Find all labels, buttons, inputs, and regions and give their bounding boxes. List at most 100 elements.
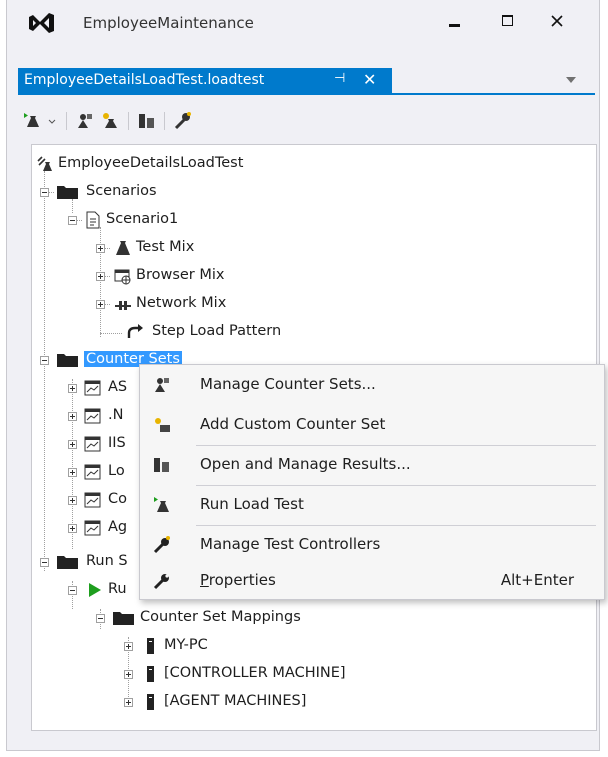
menu-label: Open and Manage Results... (200, 455, 411, 473)
tree-label: [CONTROLLER MACHINE] (164, 665, 346, 681)
tree-label: [AGENT MACHINES] (164, 693, 307, 709)
expand-icon[interactable] (124, 670, 133, 679)
test-controllers-icon[interactable] (172, 110, 194, 132)
chevron-down-icon[interactable] (46, 110, 58, 132)
menu-item-run-load-test[interactable]: Run Load Test (140, 489, 604, 519)
folder-icon (57, 354, 78, 367)
tree-label: .N (108, 407, 124, 423)
folder-icon (57, 556, 78, 569)
toolbar-separator (128, 112, 129, 130)
menu-item-manage-counter-sets[interactable]: Manage Counter Sets... (140, 369, 604, 399)
run-load-test-icon (154, 497, 169, 512)
counter-set-icon (84, 464, 101, 480)
expand-icon[interactable] (68, 440, 77, 449)
collapse-icon[interactable] (96, 614, 105, 623)
collapse-icon[interactable] (68, 586, 77, 595)
add-counter-set-icon (155, 418, 170, 432)
tree-label: Counter Set Mappings (140, 609, 301, 625)
server-icon (147, 694, 154, 710)
counter-set-icon (84, 492, 101, 508)
document-tab-row: EmployeeDetailsLoadTest.loadtest ⊣ ✕ (18, 68, 595, 95)
collapse-icon[interactable] (40, 356, 49, 365)
tab-underline (18, 93, 595, 95)
expand-icon[interactable] (96, 272, 105, 281)
menu-item-manage-test-controllers[interactable]: Manage Test Controllers (140, 529, 604, 559)
collapse-icon[interactable] (68, 216, 77, 225)
pin-icon[interactable]: ⊣ (334, 71, 345, 86)
collapse-icon[interactable] (40, 188, 49, 197)
browser-icon (114, 269, 131, 285)
counter-set-icon (84, 408, 101, 424)
tree-label: MY-PC (164, 637, 208, 653)
menu-separator (196, 445, 596, 446)
tab-label: EmployeeDetailsLoadTest.loadtest (24, 72, 265, 88)
tree-label: Browser Mix (136, 267, 225, 283)
menu-label: Add Custom Counter Set (200, 415, 386, 433)
expand-icon[interactable] (68, 412, 77, 421)
expand-icon[interactable] (68, 384, 77, 393)
expand-icon[interactable] (68, 468, 77, 477)
tree-label: AS (108, 379, 128, 395)
collapse-icon[interactable] (40, 558, 49, 567)
tree-label: Scenarios (86, 183, 157, 199)
open-results-icon[interactable] (136, 110, 158, 132)
expand-icon[interactable] (68, 496, 77, 505)
add-counter-set-icon[interactable] (100, 110, 122, 132)
results-icon (154, 458, 169, 472)
visual-studio-logo-icon (29, 13, 54, 33)
expand-icon[interactable] (68, 524, 77, 533)
tree-label: IIS (108, 435, 126, 451)
manage-counter-sets-icon[interactable] (74, 110, 96, 132)
close-icon (551, 15, 563, 27)
server-icon (147, 638, 154, 654)
folder-icon (57, 186, 78, 199)
tree-label: Network Mix (136, 295, 227, 311)
expand-icon[interactable] (96, 244, 105, 253)
tree-root-label: EmployeeDetailsLoadTest (58, 155, 244, 171)
tab-overflow-dropdown-icon[interactable] (566, 77, 576, 83)
load-test-icon (37, 156, 52, 171)
toolbar-separator (66, 112, 67, 130)
minimize-button[interactable] (438, 6, 472, 36)
scenario-document-icon (86, 211, 100, 229)
test-controllers-icon (153, 536, 170, 554)
menu-item-properties[interactable]: Properties Alt+Enter (140, 565, 604, 595)
context-menu: Manage Counter Sets... Add Custom Counte… (139, 364, 605, 600)
tree-label: Ag (108, 519, 128, 535)
menu-item-add-custom-counter-set[interactable]: Add Custom Counter Set (140, 409, 604, 439)
tree-label: Step Load Pattern (152, 323, 282, 339)
tree-label: Scenario1 (106, 211, 179, 227)
menu-label: Run Load Test (200, 495, 304, 513)
editor-toolbar (18, 108, 595, 134)
minimize-icon (449, 24, 460, 27)
close-window-button[interactable] (540, 6, 574, 36)
tab-close-icon[interactable]: ✕ (363, 70, 376, 89)
server-icon (147, 666, 154, 682)
menu-shortcut: Alt+Enter (500, 571, 574, 589)
maximize-button[interactable] (491, 6, 525, 36)
expand-icon[interactable] (124, 698, 133, 707)
tree-label: Lo (108, 463, 125, 479)
flask-icon (116, 241, 130, 255)
counter-set-icon (84, 520, 101, 536)
tab-loadtest[interactable]: EmployeeDetailsLoadTest.loadtest ⊣ ✕ (18, 68, 392, 95)
run-load-test-icon[interactable] (22, 110, 44, 132)
maximize-icon (502, 15, 513, 26)
tree-label: Test Mix (136, 239, 195, 255)
menu-separator (196, 525, 596, 526)
toolbar-separator (164, 112, 165, 130)
tree-label: Run S (86, 553, 128, 569)
expand-icon[interactable] (124, 642, 133, 651)
folder-icon (113, 612, 134, 625)
window-title: EmployeeMaintenance (83, 14, 254, 32)
network-icon (115, 301, 131, 310)
expand-icon[interactable] (96, 300, 105, 309)
wrench-icon (153, 574, 169, 590)
menu-label: Manage Counter Sets... (200, 375, 376, 393)
tree-label: Co (108, 491, 127, 507)
menu-label: Properties (200, 571, 276, 589)
menu-item-open-and-manage-results[interactable]: Open and Manage Results... (140, 449, 604, 479)
title-bar: EmployeeMaintenance (7, 0, 599, 40)
redo-arrow-icon (127, 324, 143, 338)
play-icon (89, 583, 101, 597)
